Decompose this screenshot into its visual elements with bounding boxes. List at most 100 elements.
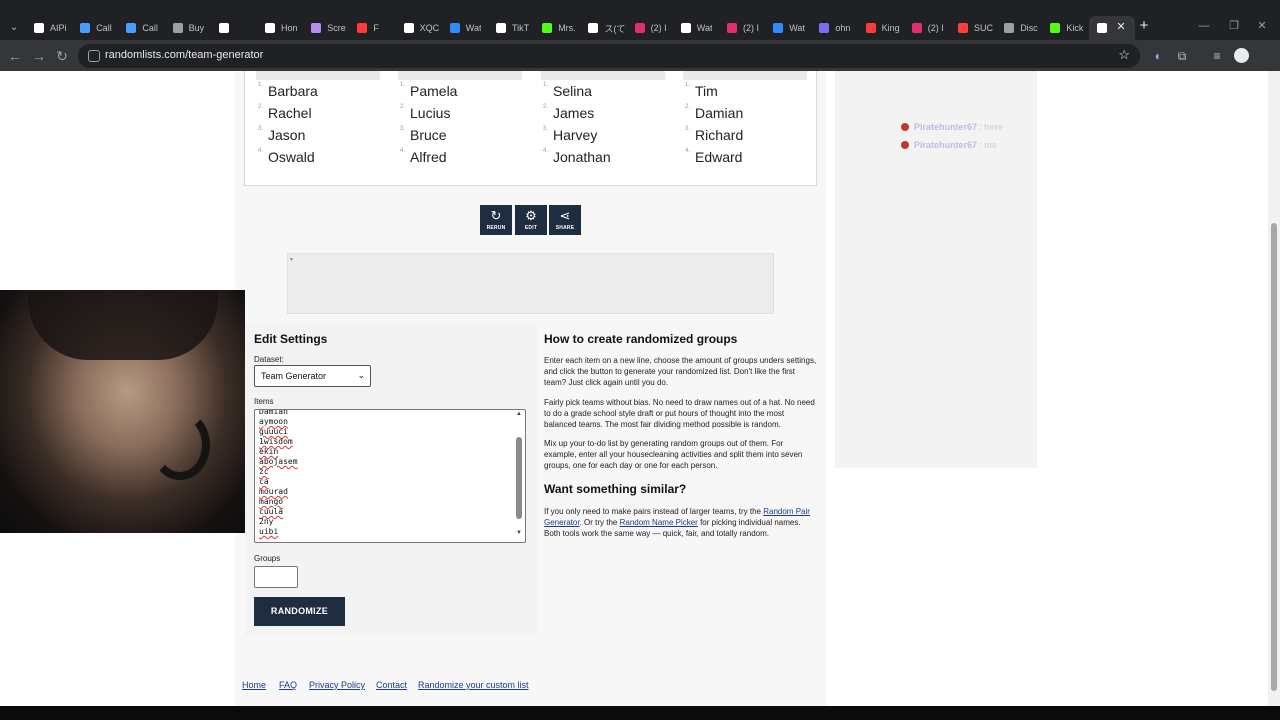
browser-tab[interactable]: ス(て [580,16,626,40]
tab-favicon-icon [80,23,91,33]
item-line: Damian [259,409,288,416]
browser-tab[interactable]: Mrs. [534,16,580,40]
footer-link-custom-list[interactable]: Randomize your custom list [418,680,529,690]
tab-search-chevron-icon[interactable]: ⌄ [4,18,24,38]
media-control-icon[interactable]: ≡ [1208,47,1226,65]
tab-favicon-icon [34,23,44,33]
tab-label: Mrs. [558,23,576,33]
dataset-select[interactable]: Team Generator ⌄ [254,365,371,387]
browser-tab[interactable]: XQC [396,16,442,40]
tab-label: (2) I [743,23,760,33]
browser-tab[interactable]: TikT [488,16,534,40]
member-name: Damian [695,105,744,121]
randomize-button[interactable]: RANDOMIZE [254,597,345,626]
textarea-scrollbar[interactable]: ▲ ▼ [514,411,524,541]
right-sidebar: Piratehunter67 : here Piratehunter67 : m… [835,71,1037,468]
group-member: 3. Bruce [400,126,447,143]
tab-favicon-icon [265,23,275,33]
tab-favicon-icon [773,23,784,33]
close-tab-icon[interactable]: ✕ [1114,20,1128,34]
browser-tab[interactable]: (2) I [719,16,765,40]
browser-tab[interactable]: Call [72,16,118,40]
forward-icon[interactable]: → [30,47,48,65]
item-line: ca [259,477,269,486]
scroll-up-icon[interactable]: ▲ [516,411,522,417]
edit-button[interactable]: ⚙ EDIT [515,205,547,235]
window-close-icon[interactable]: ✕ [1252,18,1272,34]
browser-tab[interactable]: F [349,16,395,40]
group-member: 2. Rachel [258,104,312,121]
extension-icon[interactable]: ◖ [1148,47,1166,65]
tab-label: King [881,23,900,33]
tab-favicon-icon [311,23,322,33]
page-scroll-thumb[interactable] [1271,223,1277,691]
member-name: Pamela [410,83,458,99]
star-icon[interactable]: ☆ [1118,47,1130,63]
groups-label: Groups [254,554,281,563]
tab-favicon-icon [496,23,506,33]
tab-favicon-icon [588,23,599,33]
browser-tab[interactable]: Wat [673,16,719,40]
chat-username: Piratehunter67 [914,140,978,150]
reload-icon[interactable]: ↻ [53,47,71,65]
browser-tab[interactable]: Scre [303,16,349,40]
groups-input[interactable] [254,566,298,588]
tab-favicon-icon [911,23,922,33]
tab-label: (2) I [650,23,667,33]
items-textarea[interactable]: Damian aymoon guuuci 1wisdom ekin abojasem zc c… [254,409,526,543]
tab-favicon-icon [449,23,460,33]
restore-icon[interactable]: ❐ [1224,18,1244,34]
footer-link-contact[interactable]: Contact [376,680,407,690]
browser-tab[interactable]: Hon [257,16,303,40]
scroll-thumb[interactable] [516,437,522,519]
rerun-button[interactable]: ↻ RERUN [480,205,512,235]
page-scrollbar[interactable] [1268,71,1280,706]
item-line: cuula [259,507,284,516]
site-info-icon[interactable] [88,50,100,62]
profile-avatar[interactable] [1234,48,1249,63]
group-member: 1. Barbara [258,82,318,99]
similar-title: Want something similar? [544,482,687,496]
group-member: 1. Pamela [400,82,458,99]
item-line: mango [259,497,284,506]
browser-tab[interactable]: Disc [996,16,1042,40]
group-member: 2. Lucius [400,104,450,121]
browser-tab[interactable]: (2) I [904,16,950,40]
tab-label: XQC [419,23,440,33]
browser-tab[interactable]: Kick [1042,16,1088,40]
share-button[interactable]: ⋖ SHARE [549,205,581,235]
browser-tab[interactable]: Call [118,16,164,40]
back-icon[interactable]: ← [6,47,24,65]
member-name: Selina [553,83,592,99]
browser-tab[interactable]: King [858,16,904,40]
browser-tab[interactable]: AIPi [26,16,72,40]
item-line: guuuci [259,427,288,436]
browser-tab[interactable]: Buy [165,16,211,40]
footer-link-privacy[interactable]: Privacy Policy [309,680,365,690]
browser-tab[interactable]: SUC [950,16,996,40]
browser-tab[interactable]: ohn [811,16,857,40]
member-name: Bruce [410,127,447,143]
footer-link-faq[interactable]: FAQ [279,680,297,690]
address-bar[interactable]: randomlists.com/team-generator ☆ [78,44,1140,68]
scroll-down-icon[interactable]: ▼ [516,530,522,536]
member-number: 3. [400,126,406,132]
dataset-label: Dataset: [254,355,284,364]
member-name: Harvey [553,127,598,143]
footer-link-home[interactable]: Home [242,680,266,690]
tab-label: TikT [512,23,530,33]
group-member: 1. Selina [543,82,592,99]
random-name-picker-link[interactable]: Random Name Picker [620,518,698,527]
item-line: 1wisdom [259,437,293,446]
browser-tab[interactable]: Wat [442,16,488,40]
extensions-puzzle-icon[interactable]: ⧉ [1173,47,1191,65]
browser-tab[interactable]: (2) I [627,16,673,40]
member-name: Tim [695,83,718,99]
browser-tab[interactable]: Wat [765,16,811,40]
browser-tab[interactable] [211,16,257,40]
howto-title: How to create randomized groups [544,332,738,346]
new-tab-icon[interactable]: + [1136,18,1152,34]
minimize-icon[interactable]: — [1194,18,1214,34]
member-name: Richard [695,127,744,143]
member-number: 3. [543,126,549,132]
